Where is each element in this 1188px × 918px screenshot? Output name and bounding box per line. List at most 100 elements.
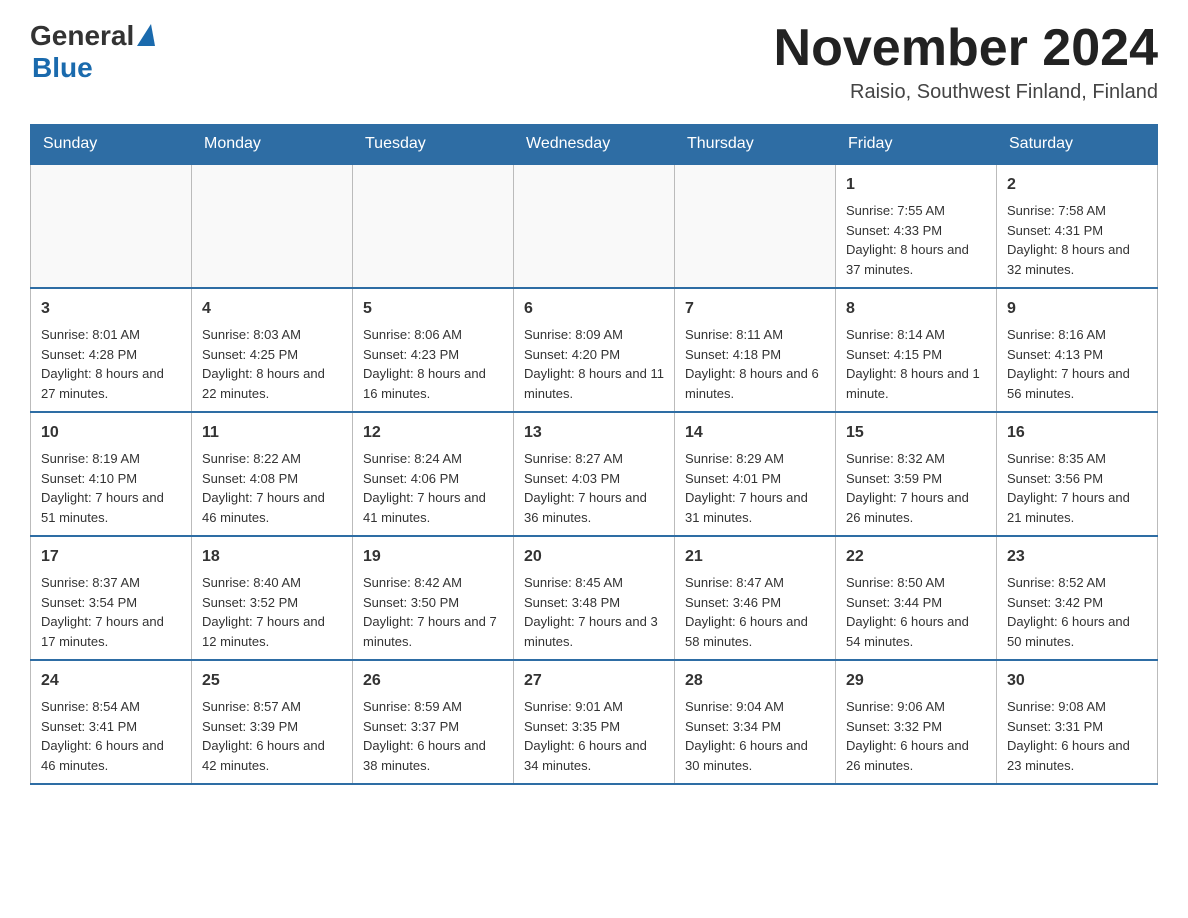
table-row: 12Sunrise: 8:24 AMSunset: 4:06 PMDayligh… bbox=[353, 412, 514, 536]
sunset-text: Sunset: 3:48 PM bbox=[524, 593, 664, 613]
sunset-text: Sunset: 3:41 PM bbox=[41, 717, 181, 737]
sunset-text: Sunset: 4:03 PM bbox=[524, 469, 664, 489]
day-number: 8 bbox=[846, 297, 986, 321]
header: General Blue November 2024 Raisio, South… bbox=[30, 20, 1158, 104]
daylight-text: Daylight: 7 hours and 21 minutes. bbox=[1007, 488, 1147, 527]
col-sunday: Sunday bbox=[31, 125, 192, 165]
day-number: 23 bbox=[1007, 545, 1147, 569]
day-number: 3 bbox=[41, 297, 181, 321]
daylight-text: Daylight: 8 hours and 37 minutes. bbox=[846, 240, 986, 279]
sunset-text: Sunset: 4:31 PM bbox=[1007, 221, 1147, 241]
daylight-text: Daylight: 7 hours and 31 minutes. bbox=[685, 488, 825, 527]
calendar-week-row: 1Sunrise: 7:55 AMSunset: 4:33 PMDaylight… bbox=[31, 164, 1158, 288]
sunset-text: Sunset: 4:06 PM bbox=[363, 469, 503, 489]
daylight-text: Daylight: 6 hours and 50 minutes. bbox=[1007, 612, 1147, 651]
sunrise-text: Sunrise: 8:45 AM bbox=[524, 573, 664, 593]
location-title: Raisio, Southwest Finland, Finland bbox=[774, 81, 1158, 104]
calendar-week-row: 10Sunrise: 8:19 AMSunset: 4:10 PMDayligh… bbox=[31, 412, 1158, 536]
day-number: 6 bbox=[524, 297, 664, 321]
sunset-text: Sunset: 4:28 PM bbox=[41, 345, 181, 365]
table-row: 28Sunrise: 9:04 AMSunset: 3:34 PMDayligh… bbox=[675, 660, 836, 784]
sunrise-text: Sunrise: 8:11 AM bbox=[685, 325, 825, 345]
daylight-text: Daylight: 8 hours and 1 minute. bbox=[846, 364, 986, 403]
daylight-text: Daylight: 6 hours and 58 minutes. bbox=[685, 612, 825, 651]
table-row bbox=[353, 164, 514, 288]
table-row: 9Sunrise: 8:16 AMSunset: 4:13 PMDaylight… bbox=[997, 288, 1158, 412]
day-number: 19 bbox=[363, 545, 503, 569]
sunrise-text: Sunrise: 9:01 AM bbox=[524, 697, 664, 717]
daylight-text: Daylight: 8 hours and 32 minutes. bbox=[1007, 240, 1147, 279]
sunset-text: Sunset: 3:35 PM bbox=[524, 717, 664, 737]
daylight-text: Daylight: 6 hours and 46 minutes. bbox=[41, 736, 181, 775]
sunrise-text: Sunrise: 8:52 AM bbox=[1007, 573, 1147, 593]
calendar-table: Sunday Monday Tuesday Wednesday Thursday… bbox=[30, 124, 1158, 785]
daylight-text: Daylight: 8 hours and 6 minutes. bbox=[685, 364, 825, 403]
table-row: 2Sunrise: 7:58 AMSunset: 4:31 PMDaylight… bbox=[997, 164, 1158, 288]
sunrise-text: Sunrise: 8:16 AM bbox=[1007, 325, 1147, 345]
sunrise-text: Sunrise: 8:40 AM bbox=[202, 573, 342, 593]
sunset-text: Sunset: 4:10 PM bbox=[41, 469, 181, 489]
daylight-text: Daylight: 8 hours and 11 minutes. bbox=[524, 364, 664, 403]
calendar-header-row: Sunday Monday Tuesday Wednesday Thursday… bbox=[31, 125, 1158, 165]
sunrise-text: Sunrise: 8:09 AM bbox=[524, 325, 664, 345]
daylight-text: Daylight: 6 hours and 23 minutes. bbox=[1007, 736, 1147, 775]
table-row: 25Sunrise: 8:57 AMSunset: 3:39 PMDayligh… bbox=[192, 660, 353, 784]
calendar-week-row: 3Sunrise: 8:01 AMSunset: 4:28 PMDaylight… bbox=[31, 288, 1158, 412]
table-row: 23 Sunrise: 8:52 AMSunset: 3:42 PMDayligh… bbox=[997, 536, 1158, 660]
table-row bbox=[31, 164, 192, 288]
sunrise-text: Sunrise: 8:59 AM bbox=[363, 697, 503, 717]
table-row: 18Sunrise: 8:40 AMSunset: 3:52 PMDayligh… bbox=[192, 536, 353, 660]
sunset-text: Sunset: 3:42 PM bbox=[1007, 593, 1147, 613]
table-row: 6Sunrise: 8:09 AMSunset: 4:20 PMDaylight… bbox=[514, 288, 675, 412]
table-row: 30Sunrise: 9:08 AMSunset: 3:31 PMDayligh… bbox=[997, 660, 1158, 784]
table-row: 4Sunrise: 8:03 AMSunset: 4:25 PMDaylight… bbox=[192, 288, 353, 412]
sunrise-text: Sunrise: 8:22 AM bbox=[202, 449, 342, 469]
col-friday: Friday bbox=[836, 125, 997, 165]
table-row: 26Sunrise: 8:59 AMSunset: 3:37 PMDayligh… bbox=[353, 660, 514, 784]
sunset-text: Sunset: 3:39 PM bbox=[202, 717, 342, 737]
sunset-text: Sunset: 4:25 PM bbox=[202, 345, 342, 365]
sunrise-text: Sunrise: 7:55 AM bbox=[846, 201, 986, 221]
table-row: 22Sunrise: 8:50 AMSunset: 3:44 PMDayligh… bbox=[836, 536, 997, 660]
daylight-text: Daylight: 7 hours and 3 minutes. bbox=[524, 612, 664, 651]
table-row: 10Sunrise: 8:19 AMSunset: 4:10 PMDayligh… bbox=[31, 412, 192, 536]
sunrise-text: Sunrise: 8:01 AM bbox=[41, 325, 181, 345]
calendar-week-row: 24Sunrise: 8:54 AMSunset: 3:41 PMDayligh… bbox=[31, 660, 1158, 784]
day-number: 12 bbox=[363, 421, 503, 445]
col-thursday: Thursday bbox=[675, 125, 836, 165]
daylight-text: Daylight: 8 hours and 16 minutes. bbox=[363, 364, 503, 403]
logo-blue-text: Blue bbox=[32, 52, 93, 84]
table-row: 3 Sunrise: 8:01 AMSunset: 4:28 PMDaylight… bbox=[31, 288, 192, 412]
daylight-text: Daylight: 6 hours and 38 minutes. bbox=[363, 736, 503, 775]
sunrise-text: Sunrise: 8:27 AM bbox=[524, 449, 664, 469]
table-row: 27Sunrise: 9:01 AMSunset: 3:35 PMDayligh… bbox=[514, 660, 675, 784]
daylight-text: Daylight: 8 hours and 27 minutes. bbox=[41, 364, 181, 403]
sunrise-text: Sunrise: 8:32 AM bbox=[846, 449, 986, 469]
day-number: 5 bbox=[363, 297, 503, 321]
sunset-text: Sunset: 3:46 PM bbox=[685, 593, 825, 613]
daylight-text: Daylight: 7 hours and 56 minutes. bbox=[1007, 364, 1147, 403]
table-row bbox=[675, 164, 836, 288]
sunrise-text: Sunrise: 9:06 AM bbox=[846, 697, 986, 717]
day-number: 1 bbox=[846, 173, 986, 197]
sunrise-text: Sunrise: 8:50 AM bbox=[846, 573, 986, 593]
daylight-text: Daylight: 7 hours and 26 minutes. bbox=[846, 488, 986, 527]
day-number: 16 bbox=[1007, 421, 1147, 445]
sunrise-text: Sunrise: 8:47 AM bbox=[685, 573, 825, 593]
col-saturday: Saturday bbox=[997, 125, 1158, 165]
table-row: 24Sunrise: 8:54 AMSunset: 3:41 PMDayligh… bbox=[31, 660, 192, 784]
sunrise-text: Sunrise: 8:03 AM bbox=[202, 325, 342, 345]
day-number: 4 bbox=[202, 297, 342, 321]
day-number: 26 bbox=[363, 669, 503, 693]
day-number: 20 bbox=[524, 545, 664, 569]
sunrise-text: Sunrise: 8:54 AM bbox=[41, 697, 181, 717]
table-row: 19Sunrise: 8:42 AMSunset: 3:50 PMDayligh… bbox=[353, 536, 514, 660]
table-row: 11Sunrise: 8:22 AMSunset: 4:08 PMDayligh… bbox=[192, 412, 353, 536]
logo: General Blue bbox=[30, 20, 155, 84]
day-number: 29 bbox=[846, 669, 986, 693]
sunrise-text: Sunrise: 9:08 AM bbox=[1007, 697, 1147, 717]
day-number: 13 bbox=[524, 421, 664, 445]
table-row: 16Sunrise: 8:35 AMSunset: 3:56 PMDayligh… bbox=[997, 412, 1158, 536]
table-row: 15Sunrise: 8:32 AMSunset: 3:59 PMDayligh… bbox=[836, 412, 997, 536]
daylight-text: Daylight: 6 hours and 54 minutes. bbox=[846, 612, 986, 651]
